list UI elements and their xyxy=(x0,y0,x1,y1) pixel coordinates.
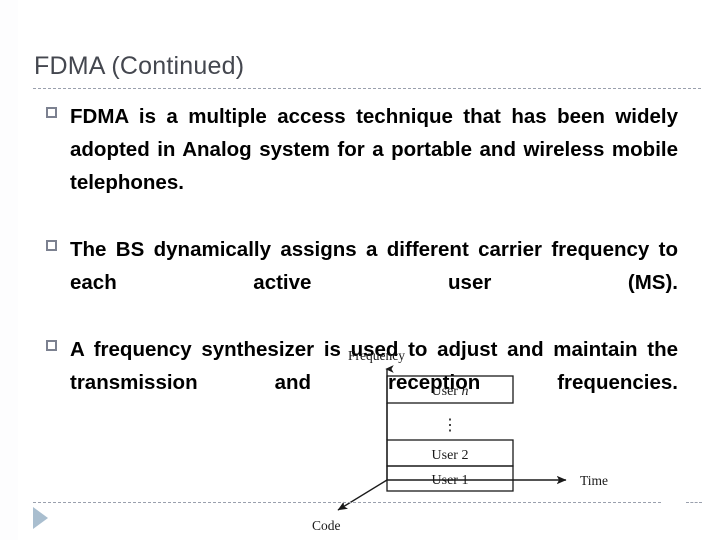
footer-divider-right xyxy=(686,502,702,503)
axis-label-frequency: Frequency xyxy=(348,348,405,363)
channel-label-user-n: User n xyxy=(432,384,469,399)
left-edge-band xyxy=(0,0,18,540)
channel-label-user-2: User 2 xyxy=(432,448,469,463)
channel-ellipsis: ⋮ xyxy=(442,417,458,434)
hollow-square-icon xyxy=(46,107,57,118)
page-title: FDMA (Continued) xyxy=(34,52,245,80)
slide-canvas: FDMA (Continued) FDMA is a multiple acce… xyxy=(0,0,720,540)
channel-label-user-1: User 1 xyxy=(432,473,469,488)
play-triangle-icon[interactable] xyxy=(33,507,48,529)
code-axis-line xyxy=(337,479,388,511)
hollow-square-icon xyxy=(46,340,57,351)
footer-divider xyxy=(33,502,661,503)
bullet-text-1: FDMA is a multiple access technique that… xyxy=(70,105,678,194)
hollow-square-icon xyxy=(46,240,57,251)
axis-label-time: Time xyxy=(580,473,608,488)
axis-label-code: Code xyxy=(312,518,341,533)
list-item: FDMA is a multiple access technique that… xyxy=(44,100,678,232)
fdma-axes-diagram: Frequency Time Code User n ⋮ User 2 User… xyxy=(300,340,640,540)
title-divider xyxy=(33,88,701,89)
list-item: The BS dynamically assigns a different c… xyxy=(44,233,678,332)
bullet-text-2: The BS dynamically assigns a different c… xyxy=(70,238,678,294)
